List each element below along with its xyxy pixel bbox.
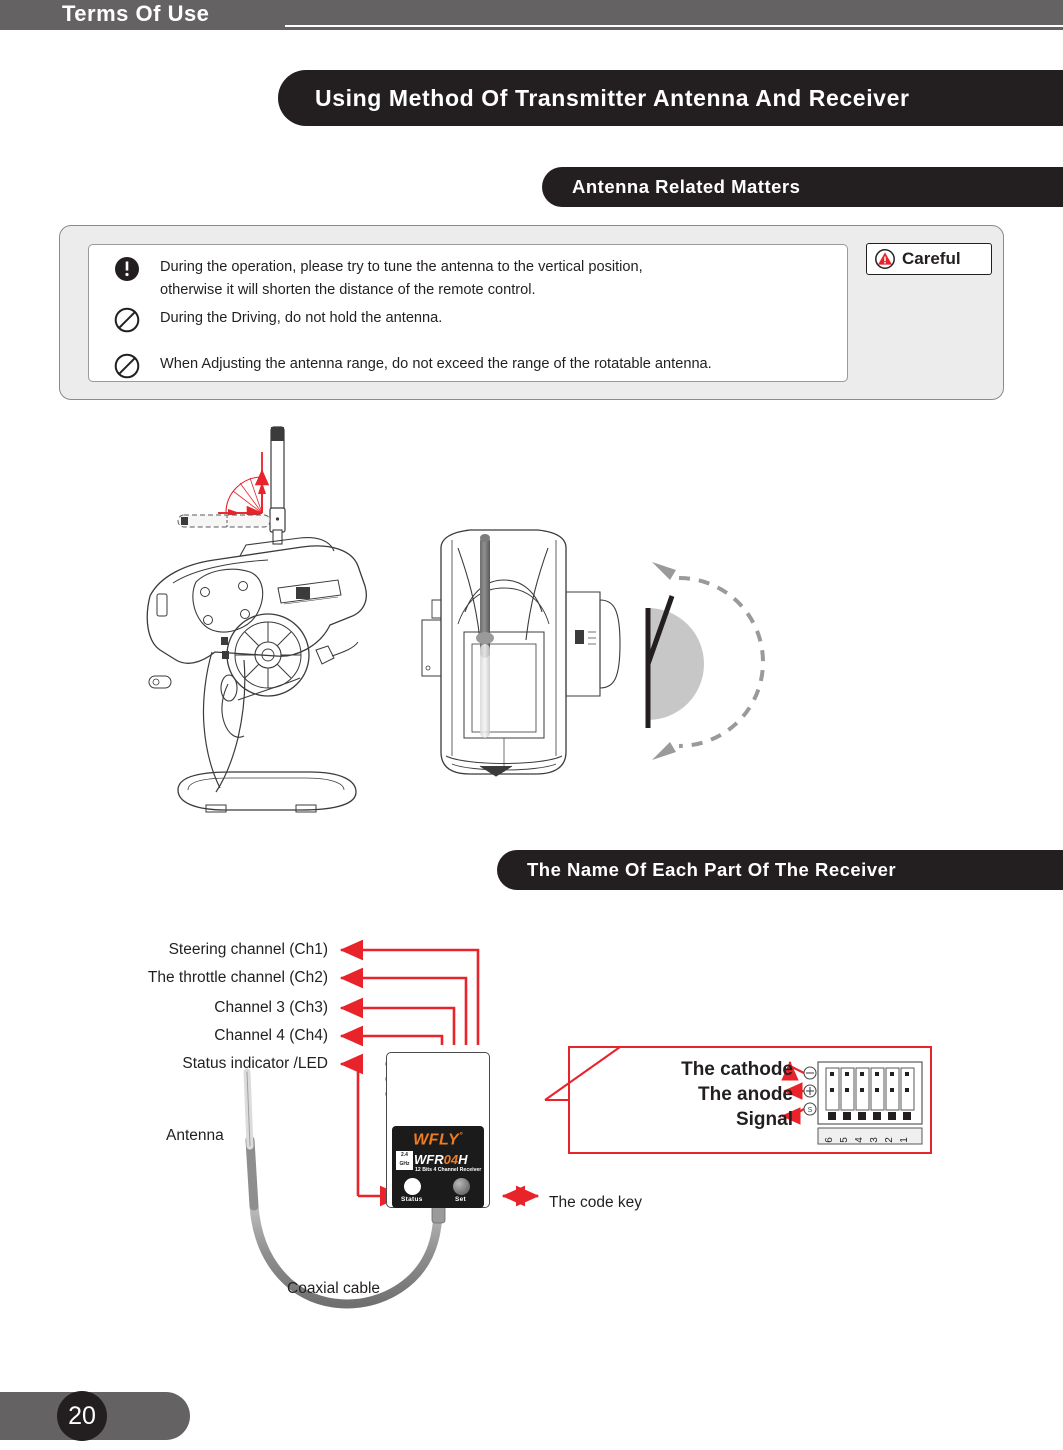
- receiver-module-face: WFLY° 2.4 GHz WFR04H 12 Bits 4 Channel R…: [392, 1126, 484, 1208]
- warning-item: During the Driving, do not hold the ante…: [114, 307, 442, 333]
- status-led-label: Status: [401, 1196, 423, 1203]
- receiver-label-antenna: Antenna: [166, 1127, 224, 1144]
- wfly-degree-mark: °: [459, 1131, 463, 1140]
- model-highlight: 04: [443, 1152, 459, 1167]
- section-bar-receiver: The Name Of Each Part Of The Receiver: [497, 850, 1063, 890]
- warning-item: During the operation, please try to tune…: [114, 256, 643, 301]
- warning-item: When Adjusting the antenna range, do not…: [114, 353, 712, 379]
- receiver-label-status-led: Status indicator /LED: [182, 1055, 328, 1072]
- receiver-label-ch2: The throttle channel (Ch2): [147, 969, 328, 986]
- transmitter-front-view: [421, 529, 621, 777]
- receiver-label-ch3: Channel 3 (Ch3): [214, 999, 328, 1016]
- section-bar-antenna: Antenna Related Matters: [542, 167, 1063, 207]
- wfly-logo: WFLY°: [392, 1131, 484, 1149]
- receiver-model: WFR04H: [414, 1152, 467, 1167]
- angle-180-indicator: [645, 562, 765, 760]
- transmitter-side-view: [146, 426, 367, 813]
- band-badge-top: 2.4: [401, 1152, 408, 1158]
- section-bar-antenna-label: Antenna Related Matters: [572, 176, 801, 197]
- careful-label: Careful: [902, 249, 961, 268]
- warning-triangle-icon: [875, 249, 895, 269]
- page-number: 20: [68, 1401, 96, 1430]
- receiver-label-code-key: The code key: [549, 1194, 643, 1211]
- prohibition-icon: [114, 307, 140, 333]
- model-suffix: H: [458, 1152, 468, 1167]
- exclamation-icon: [115, 257, 139, 281]
- receiver-label-ch1: Steering channel (Ch1): [168, 941, 328, 958]
- warning-item-text: When Adjusting the antenna range, do not…: [160, 356, 712, 372]
- page-title: Terms Of Use: [62, 1, 210, 26]
- angle-90-indicator: [218, 452, 270, 521]
- section-bar-main: Using Method Of Transmitter Antenna And …: [278, 70, 1063, 126]
- careful-badge: Careful: [866, 243, 992, 275]
- callout-label-anode: The anode: [697, 1084, 793, 1105]
- band-badge-icon: 2.4 GHz: [396, 1151, 413, 1170]
- section-bar-receiver-label: The Name Of Each Part Of The Receiver: [527, 859, 897, 880]
- callout-label-signal: Signal: [735, 1109, 793, 1130]
- wfly-brand-text: WFLY: [413, 1131, 460, 1149]
- illustration-layer: S 6 5 4 3 2 1: [146, 426, 923, 1309]
- callout-label-cathode: The cathode: [681, 1059, 793, 1080]
- status-led: [404, 1178, 421, 1195]
- header-rule: [285, 25, 1063, 27]
- receiver-model-subtitle: 12 Bits 4 Channel Receiver: [415, 1167, 482, 1173]
- section-bar-main-label: Using Method Of Transmitter Antenna And …: [315, 84, 910, 111]
- receiver-label-ch4: Channel 4 (Ch4): [214, 1027, 328, 1044]
- model-prefix: WFR: [414, 1152, 444, 1167]
- warning-item-text: During the operation, please try to tune…: [160, 259, 643, 298]
- page-number-badge: 20: [57, 1391, 107, 1441]
- set-button-label: Set: [455, 1196, 467, 1203]
- prohibition-icon: [114, 353, 140, 379]
- receiver-label-coaxial-cable: Coaxial cable: [287, 1280, 381, 1297]
- band-badge-bottom: GHz: [399, 1161, 410, 1167]
- warning-item-text: During the Driving, do not hold the ante…: [160, 310, 443, 326]
- set-button[interactable]: [453, 1178, 470, 1195]
